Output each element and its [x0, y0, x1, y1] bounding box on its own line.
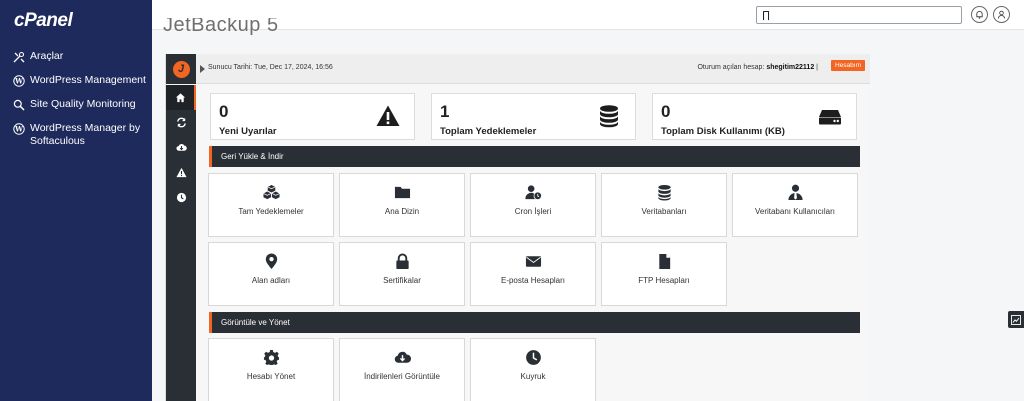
tile-label: Tam Yedeklemeler — [238, 207, 304, 216]
tile-email-accounts[interactable]: E-posta Hesapları — [470, 242, 596, 306]
section-view-manage: Görüntüle ve Yönet — [209, 312, 860, 333]
sidebar-nav: Araçlar W WordPress Management Site Qual… — [0, 46, 152, 155]
tile-home-directory[interactable]: Ana Dizin — [339, 173, 465, 237]
tile-label: E-posta Hesapları — [500, 276, 566, 285]
logged-in-account: Oturum açılan hesap: shegitim22112 | — [697, 64, 818, 71]
tile-manage-account[interactable]: Hesabı Yönet — [208, 338, 334, 401]
user-tie-icon — [788, 184, 803, 201]
stat-label: Toplam Yedeklemeler — [440, 126, 537, 137]
tile-databases[interactable]: Veritabanları — [601, 173, 727, 237]
sidebar-restore[interactable] — [166, 110, 196, 135]
page-title: JetBackup 5 — [163, 18, 279, 36]
tile-label: Hesabı Yönet — [246, 372, 296, 381]
clock-icon — [526, 350, 541, 365]
stat-label: Yeni Uyarılar — [219, 126, 277, 137]
tile-queue[interactable]: Kuyruk — [470, 338, 596, 401]
sidebar-item-label: WordPress Management — [30, 74, 146, 86]
stat-card-alerts[interactable]: 0 Yeni Uyarılar — [210, 93, 415, 140]
cubes-icon — [263, 184, 280, 200]
line-chart-icon — [1011, 314, 1021, 325]
stat-value: 0 — [661, 102, 671, 121]
bell-icon — [976, 10, 983, 19]
sidebar-item-araclar[interactable]: Araçlar — [0, 46, 152, 67]
tile-full-backups[interactable]: Tam Yedeklemeler — [208, 173, 334, 237]
tools-icon — [12, 50, 25, 63]
sidebar-downloads[interactable] — [166, 135, 196, 160]
stat-card-total-backups[interactable]: 1 Toplam Yedeklemeler — [431, 93, 636, 140]
tile-label: Kuyruk — [520, 372, 546, 381]
jetbackup-panel: J Sunucu Tarihi: Tue, Dec 17, 2024, 16:5… — [165, 54, 870, 401]
tile-label: FTP Hesapları — [638, 276, 690, 285]
database-icon — [600, 105, 618, 128]
stat-value: 0 — [219, 102, 229, 121]
warning-icon — [175, 167, 187, 178]
sidebar-item-site-quality-monitoring[interactable]: Site Quality Monitoring — [0, 94, 152, 115]
stat-label: Toplam Disk Kullanımı (KB) — [661, 126, 785, 137]
sidebar-item-wordpress-management[interactable]: W WordPress Management — [0, 70, 152, 91]
logged-in-label: Oturum açılan hesap: — [697, 64, 765, 71]
stat-value: 1 — [440, 102, 450, 121]
section-restore-download: Geri Yükle & İndir — [209, 146, 860, 167]
tile-label: İndirilenleri Görüntüle — [363, 372, 441, 381]
user-icon — [997, 10, 1006, 19]
tile-label: Cron İşleri — [514, 207, 552, 216]
refresh-icon — [176, 117, 186, 128]
tile-ftp-accounts[interactable]: FTP Hesapları — [601, 242, 727, 306]
jetbackup-sidebar — [166, 85, 196, 401]
tile-label: Ana Dizin — [384, 207, 420, 216]
cloud-download-icon — [175, 143, 187, 151]
map-marker-icon — [265, 253, 278, 270]
sidebar-item-label: Araçlar — [30, 50, 64, 62]
tile-label: Alan adları — [251, 276, 291, 285]
envelope-icon — [525, 256, 542, 267]
magnifier-icon — [12, 98, 25, 111]
search-input[interactable] — [756, 6, 962, 24]
jetbackup-header: J Sunucu Tarihi: Tue, Dec 17, 2024, 16:5… — [166, 54, 870, 84]
sidebar-home[interactable] — [166, 85, 196, 110]
database-icon — [658, 184, 671, 201]
my-account-button[interactable]: Hesabım — [830, 60, 865, 71]
separator: | — [816, 64, 818, 71]
lock-icon — [396, 253, 409, 270]
cpanel-logo[interactable]: cPanel — [14, 10, 73, 32]
svg-text:W: W — [14, 124, 23, 133]
jetbackup-logo-icon: J — [172, 60, 190, 78]
cpanel-sidebar: cPanel Araçlar W WordPress Management Si… — [0, 0, 152, 401]
tile-label: Sertifikalar — [383, 276, 421, 285]
clock-icon — [176, 192, 186, 203]
tile-cron-jobs[interactable]: Cron İşleri — [470, 173, 596, 237]
gear-icon — [263, 349, 280, 366]
tile-label: Veritabanları — [641, 207, 687, 216]
sidebar-item-label: WordPress Manager by Softaculous — [30, 122, 141, 147]
username: shegitim22112 — [766, 64, 815, 71]
warning-icon — [376, 105, 400, 126]
jetbackup-logo[interactable]: J — [166, 54, 196, 84]
hdd-icon — [819, 110, 841, 125]
file-icon — [659, 253, 671, 270]
cloud-download-icon — [394, 351, 411, 363]
sidebar-item-wordpress-manager-softaculous[interactable]: W WordPress Manager by Softaculous — [0, 118, 152, 152]
user-menu-button[interactable] — [993, 6, 1010, 23]
tile-database-users[interactable]: Veritabanı Kullanıcıları — [732, 173, 858, 237]
sidebar-item-label: Site Quality Monitoring — [30, 98, 136, 110]
home-icon — [175, 93, 185, 103]
server-date: Sunucu Tarihi: Tue, Dec 17, 2024, 16:56 — [200, 64, 333, 73]
user-clock-icon — [525, 185, 542, 200]
tile-view-downloads[interactable]: İndirilenleri Görüntüle — [339, 338, 465, 401]
wordpress-icon: W — [12, 74, 25, 87]
svg-text:W: W — [14, 76, 23, 85]
stats-widget-button[interactable] — [1008, 311, 1024, 328]
notifications-button[interactable] — [971, 6, 988, 23]
folder-icon — [394, 186, 411, 199]
wordpress-icon: W — [12, 122, 25, 135]
top-bar — [152, 0, 1024, 30]
tile-certificates[interactable]: Sertifikalar — [339, 242, 465, 306]
tile-domains[interactable]: Alan adları — [208, 242, 334, 306]
tile-label: Veritabanı Kullanıcıları — [754, 207, 836, 216]
sidebar-queue[interactable] — [166, 185, 196, 210]
stat-card-disk-usage[interactable]: 0 Toplam Disk Kullanımı (KB) — [652, 93, 857, 140]
sidebar-alerts[interactable] — [166, 160, 196, 185]
